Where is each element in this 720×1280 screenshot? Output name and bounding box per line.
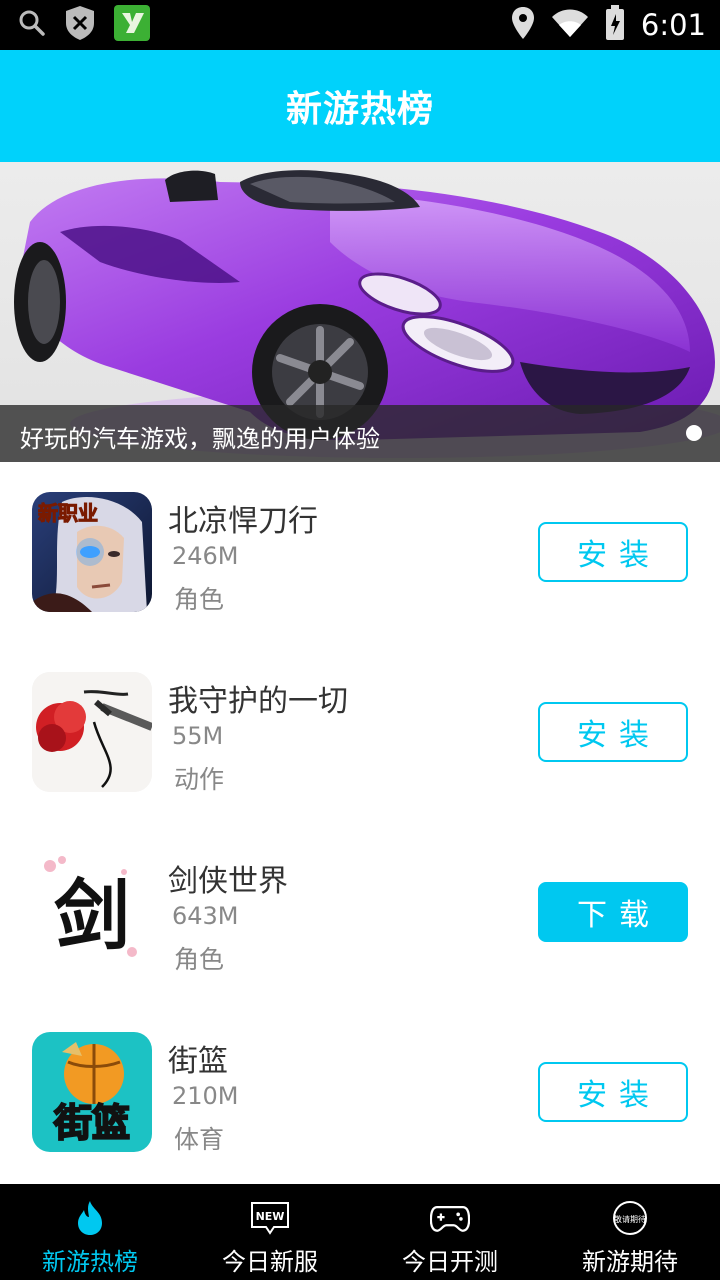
shield-icon (64, 5, 96, 45)
carousel-indicator-dot (686, 425, 702, 441)
game-icon-text: 新职业 (38, 501, 98, 525)
install-button[interactable]: 安装 (538, 522, 688, 582)
tab-today-testing[interactable]: 今日开测 (360, 1184, 540, 1280)
battery-icon (605, 5, 625, 45)
tab-label: 今日开测 (402, 1248, 498, 1276)
install-button[interactable]: 安装 (538, 702, 688, 762)
game-size: 643M (172, 902, 239, 930)
status-bar: 6:01 (0, 0, 720, 50)
game-category: 角色 (174, 585, 225, 614)
location-icon (511, 6, 535, 44)
download-button[interactable]: 下载 (538, 882, 688, 942)
game-name: 街篮 (168, 1044, 228, 1079)
banner-carousel[interactable]: 好玩的汽车游戏，飘逸的用户体验 (0, 162, 720, 462)
svg-text:敬请期待: 敬请期待 (614, 1214, 646, 1224)
flame-icon (70, 1198, 110, 1238)
game-list: 新职业 北凉悍刀行 246M 角色 安装 我守护的一切 55M 动作 安装 剑 … (0, 462, 720, 1182)
game-category: 角色 (174, 945, 225, 974)
tab-label: 今日新服 (222, 1248, 318, 1276)
game-icon-jielan: 街篮 (32, 1032, 152, 1152)
new-badge-icon: NEW (250, 1198, 290, 1238)
game-name: 北凉悍刀行 (168, 504, 318, 539)
game-size: 55M (172, 722, 224, 750)
list-item[interactable]: 剑 剑侠世界 643M 角色 下载 (0, 822, 720, 1002)
svg-text:NEW: NEW (256, 1210, 285, 1223)
app-y-icon (114, 5, 150, 45)
game-size: 210M (172, 1082, 239, 1110)
bottom-nav: 新游热榜 NEW 今日新服 今日开测 敬请期待 新游期待 (0, 1184, 720, 1280)
app-header: 新游热榜 (0, 50, 720, 162)
tab-new-games-hot[interactable]: 新游热榜 (0, 1184, 180, 1280)
tab-today-new-servers[interactable]: NEW 今日新服 (180, 1184, 360, 1280)
banner-caption: 好玩的汽车游戏，飘逸的用户体验 (20, 425, 380, 453)
list-item[interactable]: 新职业 北凉悍刀行 246M 角色 安装 (0, 462, 720, 642)
banner-caption-bar: 好玩的汽车游戏，飘逸的用户体验 (0, 405, 720, 462)
tab-anticipated-games[interactable]: 敬请期待 新游期待 (540, 1184, 720, 1280)
game-category: 动作 (174, 765, 225, 794)
wifi-icon (551, 8, 589, 42)
game-icon-beiliang: 新职业 (32, 492, 152, 612)
clock: 6:01 (640, 8, 706, 42)
game-size: 246M (172, 542, 239, 570)
game-icon-text: 街篮 (53, 1101, 130, 1145)
game-icon-jianxia: 剑 (32, 852, 152, 972)
page-title: 新游热榜 (285, 89, 434, 130)
tab-label: 新游热榜 (42, 1248, 138, 1276)
game-name: 剑侠世界 (168, 864, 288, 899)
game-icon-wo-shouhu (32, 672, 152, 792)
search-icon (18, 9, 46, 41)
tab-label: 新游期待 (582, 1248, 678, 1276)
game-name: 我守护的一切 (168, 684, 348, 719)
install-button[interactable]: 安装 (538, 1062, 688, 1122)
anticipate-icon: 敬请期待 (610, 1198, 650, 1238)
game-category: 体育 (174, 1125, 225, 1154)
game-icon-text: 剑 (54, 871, 130, 960)
list-item[interactable]: 我守护的一切 55M 动作 安装 (0, 642, 720, 822)
list-item[interactable]: 街篮 街篮 210M 体育 安装 (0, 1002, 720, 1182)
gamepad-icon (430, 1198, 470, 1238)
